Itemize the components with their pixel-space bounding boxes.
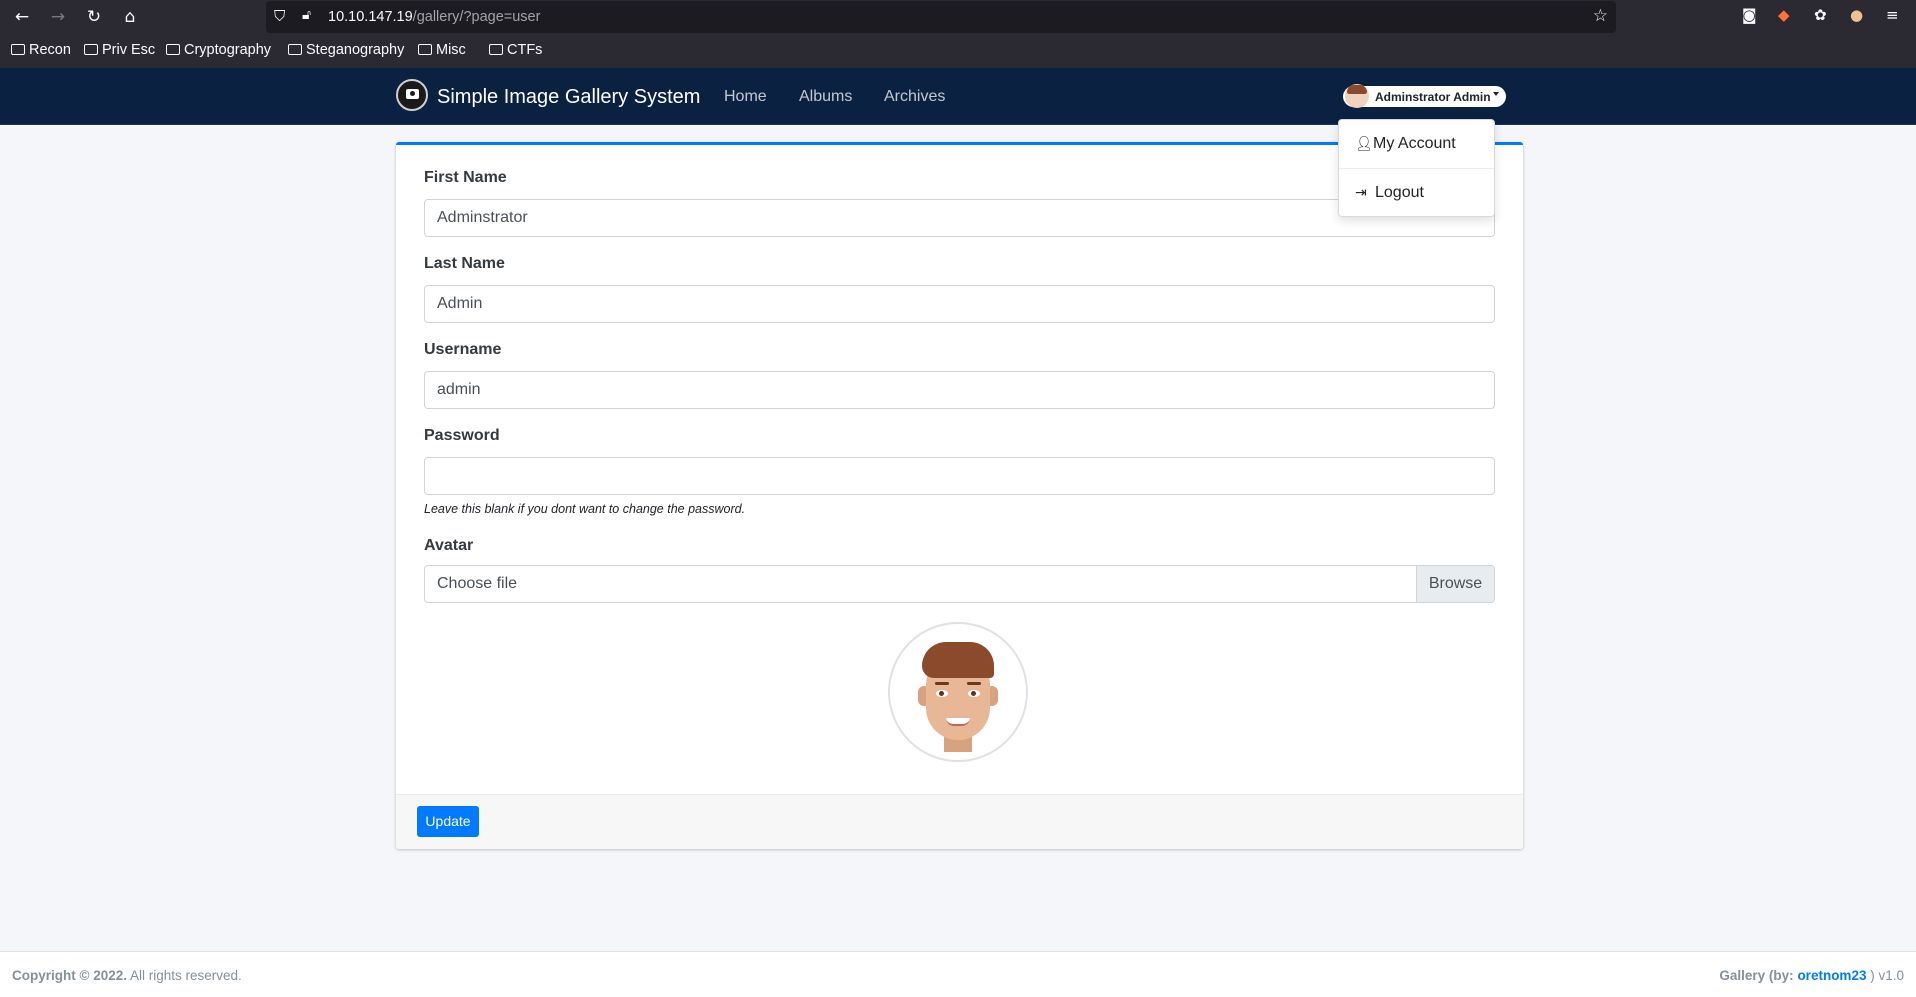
bookmark-label: Priv Esc: [102, 42, 156, 58]
folder-icon: [418, 44, 432, 55]
last-name-field[interactable]: [424, 285, 1495, 323]
sign-out-icon: ⇥: [1355, 185, 1367, 201]
first-name-label: First Name: [424, 169, 507, 186]
page-footer: Copyright © 2022. All rights reserved. G…: [0, 951, 1916, 997]
bookmark-label: CTFs: [507, 42, 543, 58]
url-text[interactable]: 10.10.147.19/gallery/?page=user: [328, 9, 540, 25]
browser-toolbar: ← → ↻ ⌂ ⛉ 🔓︎ 10.10.147.19/gallery/?page=…: [0, 0, 1916, 34]
update-button[interactable]: Update: [417, 806, 479, 837]
extension-cookie-icon[interactable]: ✿: [1814, 6, 1827, 24]
home-icon[interactable]: ⌂: [117, 5, 143, 29]
my-account-label: My Account: [1373, 135, 1456, 152]
username-label: Username: [424, 341, 502, 358]
forward-arrow-icon[interactable]: →: [45, 5, 71, 29]
browser-chrome: ← → ↻ ⌂ ⛉ 🔓︎ 10.10.147.19/gallery/?page=…: [0, 0, 1916, 68]
card-footer: Update: [396, 794, 1523, 849]
url-bar[interactable]: ⛉ 🔓︎ 10.10.147.19/gallery/?page=user ☆: [266, 1, 1616, 33]
bookmark-cryptography[interactable]: Cryptography: [166, 42, 271, 58]
pocket-icon[interactable]: ◙: [1742, 6, 1757, 24]
extension-fox-icon[interactable]: ◆: [1778, 6, 1790, 24]
user-settings-card: First Name Last Name Username Password L…: [396, 142, 1523, 849]
user-name: Adminstrator Admin: [1375, 90, 1491, 104]
logout-label: Logout: [1375, 184, 1424, 201]
url-host: 10.10.147.19: [328, 9, 413, 25]
password-hint: Leave this blank if you dont want to cha…: [424, 502, 746, 516]
user-menu-toggle[interactable]: Adminstrator Admin: [1343, 84, 1506, 108]
username-field[interactable]: [424, 371, 1495, 409]
bookmark-label: Steganography: [306, 42, 405, 58]
nav-home[interactable]: Home: [724, 88, 767, 106]
avatar-preview: [888, 622, 1028, 762]
user-dropdown-menu: 👤︎ My Account ⇥ Logout: [1338, 119, 1495, 217]
bookmark-steganography[interactable]: Steganography: [288, 42, 404, 58]
bookmark-ctfs[interactable]: CTFs: [489, 42, 542, 58]
bookmark-priv-esc[interactable]: Priv Esc: [84, 42, 155, 58]
copyright-strong: Copyright © 2022.: [12, 968, 127, 983]
gallery-by-text: Gallery (by:: [1719, 968, 1794, 983]
dropdown-divider: [1339, 168, 1494, 169]
app-navbar: Simple Image Gallery System Home Albums …: [0, 68, 1916, 125]
shield-icon[interactable]: ⛉: [274, 7, 285, 25]
bookmark-misc[interactable]: Misc: [418, 42, 466, 58]
lock-icon[interactable]: 🔓︎: [302, 7, 311, 23]
brand-title[interactable]: Simple Image Gallery System: [437, 86, 700, 109]
camera-logo-icon[interactable]: [396, 79, 428, 111]
rights-text: All rights reserved.: [130, 968, 242, 983]
bookmark-label: Recon: [29, 42, 71, 58]
avatar-label: Avatar: [424, 537, 474, 554]
avatar-face-image: [912, 642, 1004, 752]
version-text: ) v1.0: [1870, 968, 1904, 983]
browse-button[interactable]: Browse: [1416, 566, 1494, 602]
file-input-placeholder: Choose file: [437, 575, 518, 592]
bookmark-label: Misc: [436, 42, 466, 58]
folder-icon: [84, 44, 98, 55]
credits-text: Gallery (by: oretnom23 ) v1.0: [1719, 968, 1904, 983]
folder-icon: [11, 44, 25, 55]
nav-albums[interactable]: Albums: [799, 88, 852, 106]
extension-avatar-icon[interactable]: ●: [1850, 6, 1863, 24]
reload-icon[interactable]: ↻: [81, 5, 107, 29]
folder-icon: [489, 44, 503, 55]
nav-archives[interactable]: Archives: [884, 88, 945, 106]
url-path: /gallery/?page=user: [412, 9, 541, 25]
copyright-text: Copyright © 2022. All rights reserved.: [12, 968, 242, 983]
folder-icon: [166, 44, 180, 55]
bookmark-star-icon[interactable]: ☆: [1593, 6, 1608, 26]
user-icon: 👤︎: [1355, 136, 1373, 152]
folder-icon: [288, 44, 302, 55]
back-arrow-icon[interactable]: ←: [9, 5, 35, 29]
dropdown-logout[interactable]: ⇥ Logout: [1339, 173, 1494, 213]
author-link[interactable]: oretnom23: [1797, 968, 1866, 983]
caret-down-icon: [1493, 92, 1499, 96]
bookmark-recon[interactable]: Recon: [11, 42, 71, 58]
bookmark-label: Cryptography: [184, 42, 272, 58]
first-name-field[interactable]: [424, 199, 1495, 237]
user-avatar: [1345, 84, 1369, 108]
password-field[interactable]: [424, 457, 1495, 495]
dropdown-my-account[interactable]: 👤︎ My Account: [1339, 124, 1494, 164]
menu-icon[interactable]: ≡: [1886, 6, 1899, 24]
password-label: Password: [424, 427, 500, 444]
bookmarks-bar: Recon Priv Esc Cryptography Steganograph…: [0, 34, 1916, 68]
avatar-file-input[interactable]: Choose file Browse: [424, 565, 1495, 603]
last-name-label: Last Name: [424, 255, 505, 272]
